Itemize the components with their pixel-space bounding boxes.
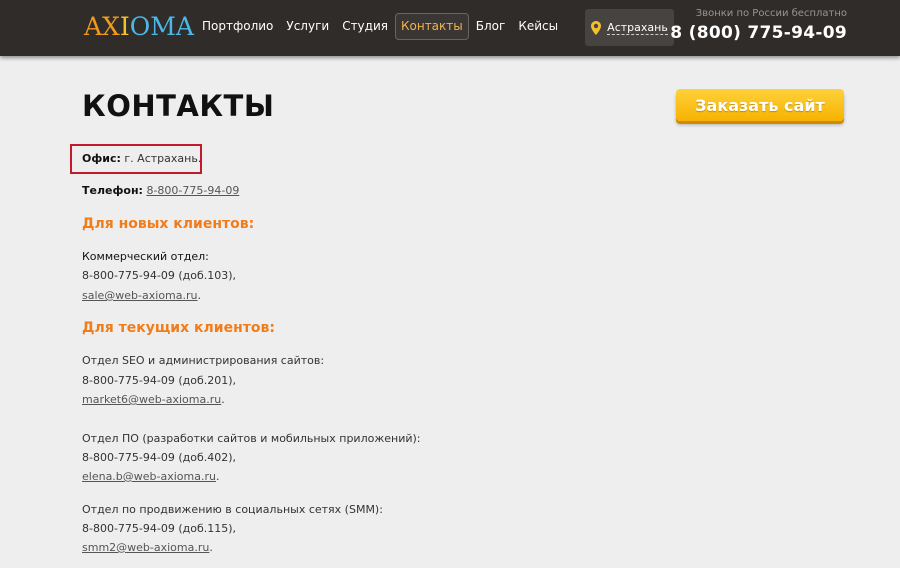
dev-dept-name: Отдел ПО (разработки сайтов и мобильных …	[82, 432, 421, 445]
seo-dept-email-line: market6@web-axioma.ru.	[82, 393, 225, 406]
page-title: КОНТАКТЫ	[82, 89, 275, 123]
nav-item-services[interactable]: Услуги	[280, 13, 335, 40]
dev-email-link[interactable]: elena.b@web-axioma.ru	[82, 470, 216, 483]
hotline-phone[interactable]: 8 (800) 775-94-09	[670, 23, 847, 43]
nav-item-studio[interactable]: Студия	[336, 13, 394, 40]
seo-dept-phone: 8-800-775-94-09 (доб.201),	[82, 374, 237, 387]
office-line: Офис: г. Астрахань.	[82, 152, 201, 166]
sales-dept-phone: 8-800-775-94-09 (доб.103),	[82, 269, 237, 282]
location-pin-icon	[591, 20, 602, 35]
office-value: г. Астрахань.	[120, 152, 202, 165]
smm-dept-name: Отдел по продвижению в социальных сетях …	[82, 503, 383, 516]
dev-dept-phone: 8-800-775-94-09 (доб.402),	[82, 451, 237, 464]
free-calls-note: Звонки по России бесплатно	[695, 8, 847, 19]
seo-email-link[interactable]: market6@web-axioma.ru	[82, 393, 221, 406]
dev-dept-email-line: elena.b@web-axioma.ru.	[82, 470, 220, 483]
sales-dept-name: Коммерческий отдел:	[82, 250, 209, 263]
phone-label: Телефон:	[82, 184, 143, 197]
seo-dept-name: Отдел SEO и администрирования сайтов:	[82, 354, 325, 367]
nav-item-portfolio[interactable]: Портфолио	[196, 13, 279, 40]
phone-line: Телефон: 8-800-775-94-09	[82, 184, 239, 198]
city-label: Астрахань	[607, 20, 668, 35]
nav-item-contacts[interactable]: Контакты	[394, 12, 469, 40]
city-selector[interactable]: Астрахань	[585, 9, 674, 46]
smm-email-link[interactable]: smm2@web-axioma.ru	[82, 541, 209, 554]
smm-dept-phone: 8-800-775-94-09 (доб.115),	[82, 522, 237, 535]
new-clients-heading: Для новых клиентов:	[82, 216, 255, 232]
sales-dept-email-line: sale@web-axioma.ru.	[82, 289, 201, 302]
nav-item-blog[interactable]: Блог	[470, 13, 512, 40]
current-clients-heading: Для текущих клиентов:	[82, 320, 275, 336]
order-site-button[interactable]: Заказать сайт	[676, 89, 844, 121]
phone-link[interactable]: 8-800-775-94-09	[146, 184, 239, 197]
sales-email-link[interactable]: sale@web-axioma.ru	[82, 289, 198, 302]
smm-dept-email-line: smm2@web-axioma.ru.	[82, 541, 213, 554]
site-logo[interactable]: AXIOMA	[84, 12, 194, 42]
site-header: AXIOMA Портфолио Услуги Студия Контакты …	[0, 0, 900, 56]
office-label: Офис:	[82, 152, 121, 165]
main-nav: Портфолио Услуги Студия Контакты Блог Ке…	[196, 12, 565, 40]
nav-item-cases[interactable]: Кейсы	[512, 13, 564, 40]
